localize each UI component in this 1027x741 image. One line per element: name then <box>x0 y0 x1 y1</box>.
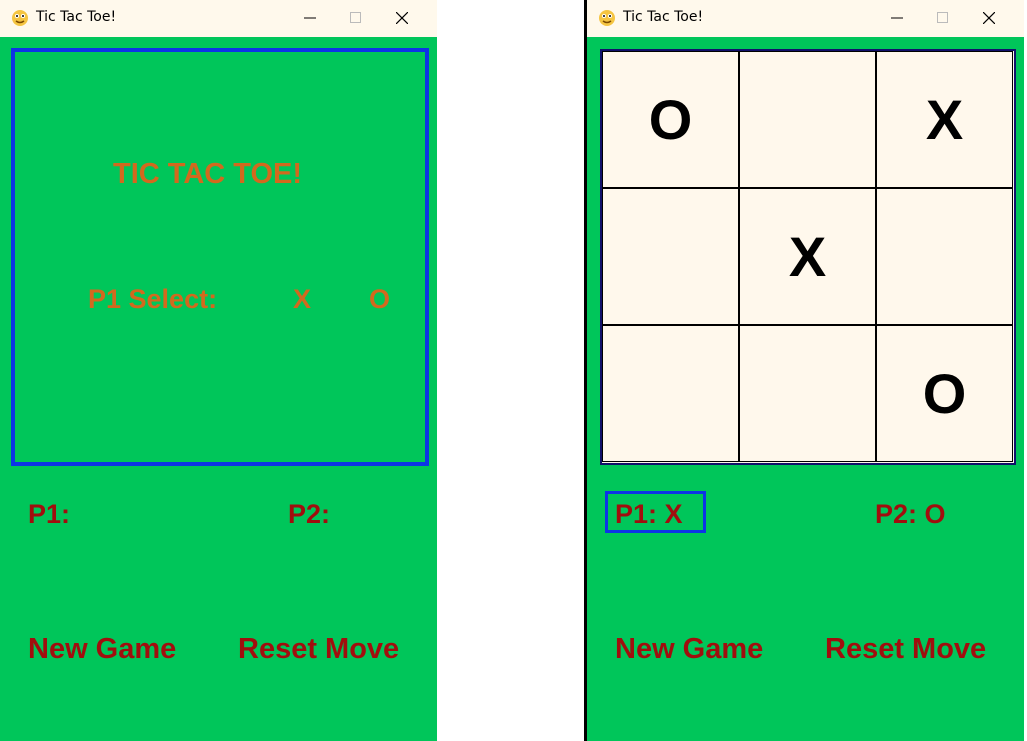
board-cell[interactable] <box>739 325 876 462</box>
p2-label: P2: O <box>875 499 946 529</box>
board-cell[interactable] <box>739 51 876 188</box>
minimize-button[interactable] <box>287 0 333 37</box>
board-cell[interactable] <box>602 188 739 325</box>
new-game-button[interactable]: New Game <box>28 633 176 666</box>
python-snake-icon <box>12 10 28 26</box>
board-cell[interactable] <box>876 188 1013 325</box>
close-button[interactable] <box>379 0 425 37</box>
maximize-button[interactable] <box>333 0 379 37</box>
window-title: Tic Tac Toe! <box>623 9 704 25</box>
close-icon <box>983 12 995 24</box>
game-heading: TIC TAC TOE! <box>113 158 303 190</box>
close-button[interactable] <box>966 0 1012 37</box>
maximize-icon <box>350 12 361 23</box>
p1-label: P1: X <box>615 499 683 529</box>
maximize-icon <box>937 12 948 23</box>
minimize-icon <box>891 17 903 19</box>
python-snake-icon <box>599 10 615 26</box>
maximize-button[interactable] <box>920 0 966 37</box>
title-bar[interactable]: Tic Tac Toe! <box>587 0 1024 37</box>
close-icon <box>396 12 408 24</box>
reset-move-button[interactable]: Reset Move <box>238 633 399 666</box>
right-game-window: Tic Tac Toe! O X X O P1: X P2: O New Gam… <box>587 0 1024 741</box>
minimize-icon <box>304 17 316 19</box>
start-menu-panel <box>11 48 429 466</box>
board-cell[interactable] <box>602 325 739 462</box>
board-cell[interactable]: X <box>876 51 1013 188</box>
select-x-option[interactable]: X <box>293 284 311 315</box>
game-board: O X X O <box>600 49 1016 465</box>
title-bar[interactable]: Tic Tac Toe! <box>0 0 437 37</box>
board-cell[interactable]: O <box>876 325 1013 462</box>
minimize-button[interactable] <box>874 0 920 37</box>
window-title: Tic Tac Toe! <box>36 9 117 25</box>
select-o-option[interactable]: O <box>369 284 390 315</box>
p1-select-label: P1 Select: <box>88 284 218 314</box>
p1-label: P1: <box>28 499 71 529</box>
reset-move-button[interactable]: Reset Move <box>825 633 986 666</box>
board-cell[interactable]: O <box>602 51 739 188</box>
p2-label: P2: <box>288 499 331 529</box>
board-cell[interactable]: X <box>739 188 876 325</box>
left-game-window: Tic Tac Toe! TIC TAC TOE! P1 Select: X O… <box>0 0 437 741</box>
new-game-button[interactable]: New Game <box>615 633 763 666</box>
